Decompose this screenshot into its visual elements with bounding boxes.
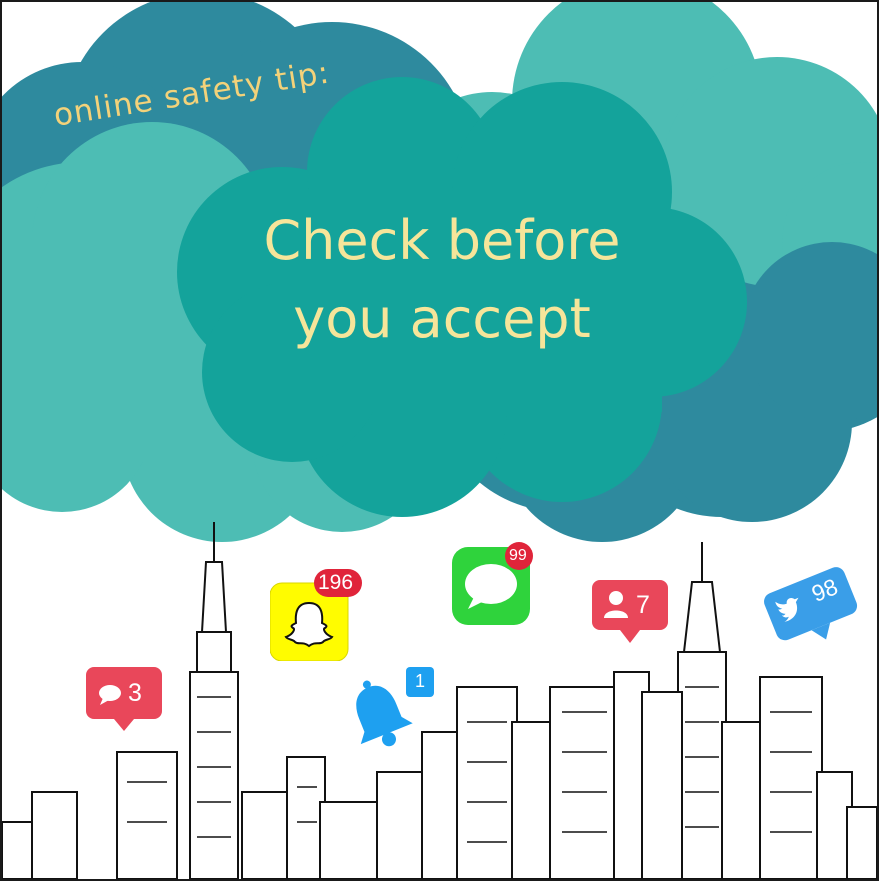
friend-request-count: 7 — [636, 591, 650, 619]
headline-line-2: you accept — [293, 287, 591, 350]
user-icon — [592, 580, 668, 643]
poster: online safety tip: Check before you acce… — [0, 0, 879, 881]
comment-icon — [86, 667, 162, 731]
bell-notification: 1 — [342, 667, 442, 757]
snapchat-notification: 196 — [269, 569, 362, 662]
bell-icon — [356, 667, 434, 747]
comment-notification: 3 — [86, 667, 162, 735]
bell-count: 1 — [415, 671, 426, 691]
headline: Check before you accept — [202, 202, 682, 358]
messages-count: 99 — [509, 547, 527, 564]
comment-count: 3 — [128, 679, 142, 707]
snapchat-count: 196 — [318, 571, 354, 594]
friend-request-notification: 7 — [592, 580, 668, 646]
twitter-bird-icon — [764, 567, 858, 641]
messages-notification: 99 — [452, 541, 538, 625]
twitter-notification: 98 — [762, 567, 860, 651]
headline-line-1: Check before — [263, 209, 621, 272]
